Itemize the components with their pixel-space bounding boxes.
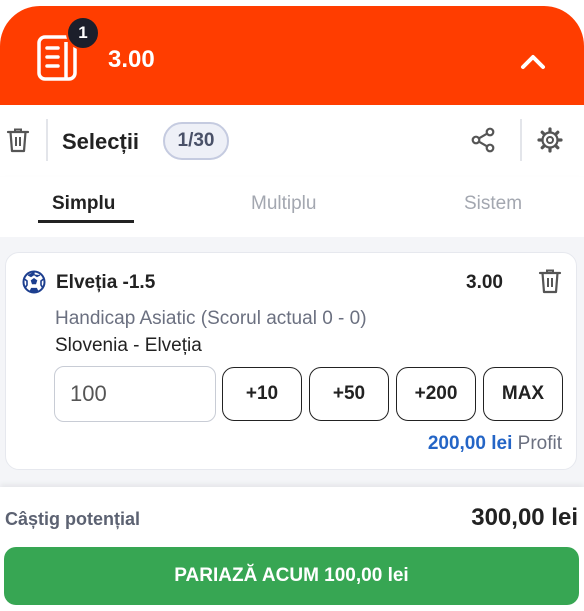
chevron-up-icon[interactable] <box>516 46 550 76</box>
bet-type-tabs: Simplu Multiplu Sistem <box>0 177 584 237</box>
tab-simplu[interactable]: Simplu <box>52 193 115 215</box>
profit-label: Profit <box>517 433 562 454</box>
trash-icon[interactable] <box>6 127 30 153</box>
selection-card: Elveția -1.5 3.00 Handicap Asiatic (Scor… <box>5 252 577 470</box>
active-tab-indicator <box>38 220 134 223</box>
stake-input[interactable] <box>54 366 216 422</box>
gear-icon[interactable] <box>536 126 564 154</box>
profit-amount: 200,00 lei <box>427 433 513 454</box>
selection-odds: 3.00 <box>466 272 503 293</box>
quick-stake-50-button[interactable]: +50 <box>309 367 389 421</box>
quick-stake-200-button[interactable]: +200 <box>396 367 476 421</box>
share-icon[interactable] <box>470 127 496 153</box>
tab-sistem[interactable]: Sistem <box>464 193 522 215</box>
toolbar-divider <box>520 119 522 161</box>
total-odds: 3.00 <box>108 46 155 73</box>
selection-count-badge: 1 <box>66 16 100 50</box>
selections-toolbar: Selecții 1/30 <box>0 105 584 177</box>
profit-row: 200,00 lei Profit <box>428 433 562 455</box>
max-stake-button[interactable]: MAX <box>483 367 563 421</box>
toolbar-divider <box>46 119 48 161</box>
place-bet-button[interactable]: PARIAZĂ ACUM 100,00 lei <box>4 547 579 605</box>
potential-win-label: Câștig potențial <box>5 509 141 529</box>
selections-count-badge: 1/30 <box>163 122 229 160</box>
selection-name: Elveția -1.5 <box>56 272 156 293</box>
event-name: Slovenia - Elveția <box>55 335 202 356</box>
market-name: Handicap Asiatic (Scorul actual 0 - 0) <box>55 308 367 329</box>
betslip-footer: Câștig potențial 300,00 lei PARIAZĂ ACUM… <box>0 487 584 611</box>
tab-multiplu[interactable]: Multiplu <box>251 193 316 215</box>
soccer-ball-icon <box>22 270 46 294</box>
trash-icon[interactable] <box>538 268 562 294</box>
quick-stake-10-button[interactable]: +10 <box>222 367 302 421</box>
betslip-header[interactable]: 1 3.00 <box>0 6 584 105</box>
potential-win-value: 300,00 lei <box>471 504 578 531</box>
selections-title: Selecții <box>62 129 140 154</box>
